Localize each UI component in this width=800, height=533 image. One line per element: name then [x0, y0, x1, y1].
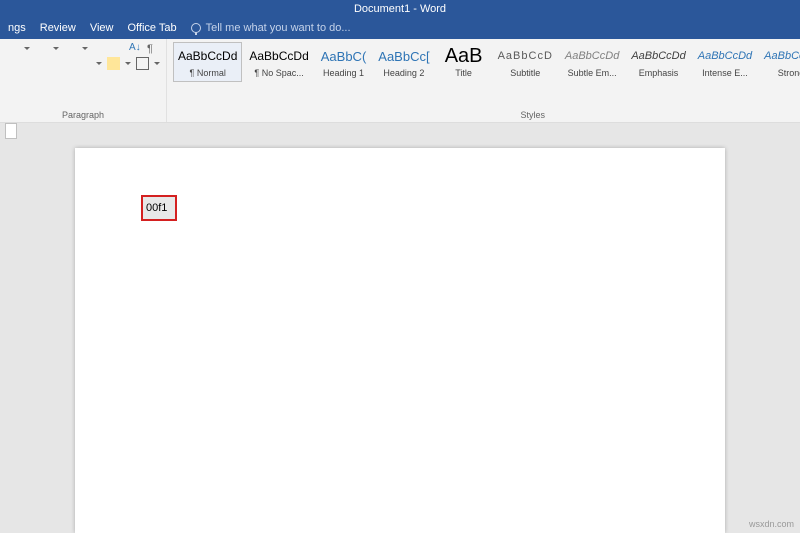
- paragraph-group-label: Paragraph: [6, 110, 160, 120]
- multilevel-list-icon[interactable]: [64, 42, 77, 55]
- style-heading-2[interactable]: AaBbCc[ Heading 2: [373, 42, 434, 82]
- style-sample: AaBbCcDd: [249, 46, 308, 66]
- dropdown-icon[interactable]: [125, 62, 131, 65]
- show-marks-icon[interactable]: ¶: [147, 43, 153, 55]
- dropdown-icon[interactable]: [53, 47, 59, 50]
- tab-ngs[interactable]: ngs: [8, 22, 26, 34]
- sort-icon[interactable]: A↓: [129, 42, 142, 55]
- title-bar: Document1 - Word: [0, 0, 800, 17]
- paragraph-group: A↓ ¶ Paragraph: [0, 39, 167, 122]
- justify-icon[interactable]: [60, 57, 73, 70]
- style-name: Heading 2: [378, 68, 429, 78]
- align-center-icon[interactable]: [24, 57, 37, 70]
- style-intense-e---[interactable]: AaBbCcDd Intense E...: [693, 42, 757, 82]
- style-sample: AaBbCcD: [498, 46, 553, 66]
- dropdown-icon[interactable]: [154, 62, 160, 65]
- tab-selector[interactable]: [5, 123, 17, 139]
- style-name: Subtitle: [498, 68, 553, 78]
- style-name: Intense E...: [698, 68, 752, 78]
- style-name: Strong: [764, 68, 800, 78]
- style---no-spac---[interactable]: AaBbCcDd ¶ No Spac...: [244, 42, 313, 82]
- tell-me-search[interactable]: Tell me what you want to do...: [191, 22, 351, 34]
- style-subtle-em---[interactable]: AaBbCcDd Subtle Em...: [560, 42, 624, 82]
- paragraph-buttons: A↓ ¶: [6, 42, 160, 70]
- style-sample: AaBbCcDd: [565, 46, 619, 66]
- style-sample: AaBbCc[: [378, 46, 429, 66]
- style-name: ¶ Normal: [178, 68, 237, 78]
- style-name: Title: [442, 68, 486, 78]
- tell-me-placeholder: Tell me what you want to do...: [206, 22, 351, 34]
- style-emphasis[interactable]: AaBbCcDd Emphasis: [626, 42, 690, 82]
- borders-icon[interactable]: [136, 57, 149, 70]
- style-sample: AaBbC(: [321, 46, 367, 66]
- tab-review[interactable]: Review: [40, 22, 76, 34]
- styles-gallery: AaBbCcDd¶ NormalAaBbCcDd¶ No Spac...AaBb…: [173, 42, 800, 82]
- dropdown-icon[interactable]: [82, 47, 88, 50]
- style-sample: AaBbCcDd: [698, 46, 752, 66]
- numbering-icon[interactable]: [35, 42, 48, 55]
- dropdown-icon[interactable]: [24, 47, 30, 50]
- style-sample: AaBbCcDd: [178, 46, 237, 66]
- tab-view[interactable]: View: [90, 22, 114, 34]
- typed-text-highlight[interactable]: 00f1: [141, 195, 177, 221]
- ribbon-tabs: ngs Review View Office Tab Tell me what …: [0, 17, 800, 39]
- shading-icon[interactable]: [107, 57, 120, 70]
- attribution-text: wsxdn.com: [749, 519, 794, 529]
- bullets-icon[interactable]: [6, 42, 19, 55]
- style-sample: AaBbCcDc: [764, 46, 800, 66]
- window-title: Document1 - Word: [354, 3, 446, 15]
- ruler: [0, 123, 800, 143]
- ribbon: A↓ ¶ Paragraph AaBbCcDd ¶ Normal AaBbCcDd ¶…: [0, 39, 800, 123]
- styles-group-label: Styles: [173, 110, 800, 120]
- style-name: Subtle Em...: [565, 68, 619, 78]
- style-name: Emphasis: [631, 68, 685, 78]
- style-sample: AaBbCcDd: [631, 46, 685, 66]
- style-subtitle[interactable]: AaBbCcD Subtitle: [493, 42, 558, 82]
- increase-indent-icon[interactable]: [111, 42, 124, 55]
- dropdown-icon[interactable]: [96, 62, 102, 65]
- align-left-icon[interactable]: [6, 57, 19, 70]
- style-heading-1[interactable]: AaBbC( Heading 1: [316, 42, 372, 82]
- style-name: ¶ No Spac...: [249, 68, 308, 78]
- style-strong[interactable]: AaBbCcDc Strong: [759, 42, 800, 82]
- styles-group: AaBbCcDd¶ NormalAaBbCcDd¶ No Spac...AaBb…: [167, 39, 800, 122]
- style---normal[interactable]: AaBbCcDd ¶ Normal: [173, 42, 242, 82]
- line-spacing-icon[interactable]: [78, 57, 91, 70]
- lightbulb-icon: [191, 23, 201, 33]
- document-page[interactable]: 00f1: [75, 148, 725, 533]
- style-name: Heading 1: [321, 68, 367, 78]
- style-sample: AaB: [442, 46, 486, 66]
- document-text: 00f1: [146, 202, 167, 214]
- document-workspace: 00f1: [0, 143, 800, 533]
- tab-office-tab[interactable]: Office Tab: [127, 22, 176, 34]
- align-right-icon[interactable]: [42, 57, 55, 70]
- decrease-indent-icon[interactable]: [93, 42, 106, 55]
- style-title[interactable]: AaB Title: [437, 42, 491, 82]
